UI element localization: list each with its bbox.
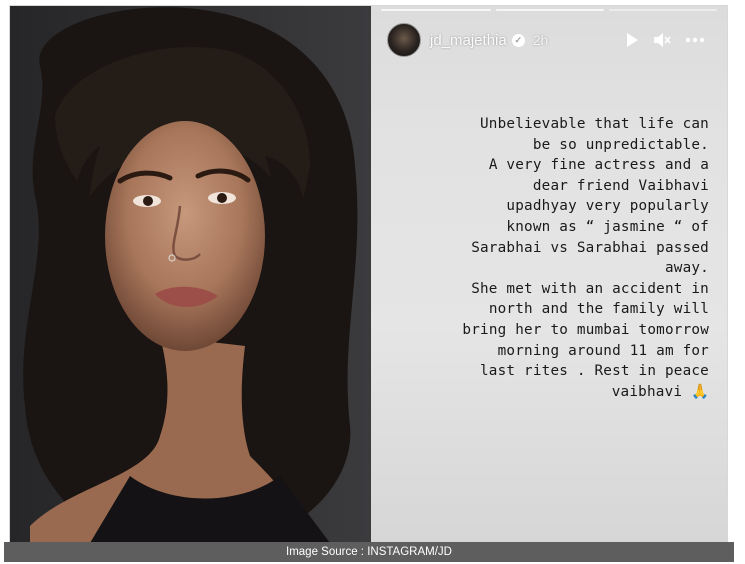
story-timestamp: 2h: [532, 32, 549, 48]
more-icon[interactable]: [685, 37, 705, 43]
story-progress-segment: [496, 9, 604, 11]
avatar[interactable]: [387, 23, 421, 57]
portrait-illustration: [10, 6, 371, 543]
story-text: Unbelievable that life can be so unpredi…: [462, 116, 709, 400]
story-controls: [625, 32, 717, 48]
username[interactable]: jd_majethia: [430, 32, 507, 49]
instagram-story: jd_majethia ✓ 2h Unbelievable that life: [371, 6, 727, 543]
verified-badge-icon: ✓: [511, 33, 525, 47]
story-header: jd_majethia ✓ 2h: [387, 22, 717, 58]
play-icon[interactable]: [625, 32, 639, 48]
image-source-caption: Image Source : INSTAGRAM/JD: [4, 542, 734, 562]
portrait-photo: [10, 6, 371, 543]
embedded-image: jd_majethia ✓ 2h Unbelievable that life: [9, 5, 728, 544]
story-progress-segment: [609, 9, 717, 11]
story-progress-segment: [381, 9, 491, 11]
mute-icon[interactable]: [653, 32, 671, 48]
